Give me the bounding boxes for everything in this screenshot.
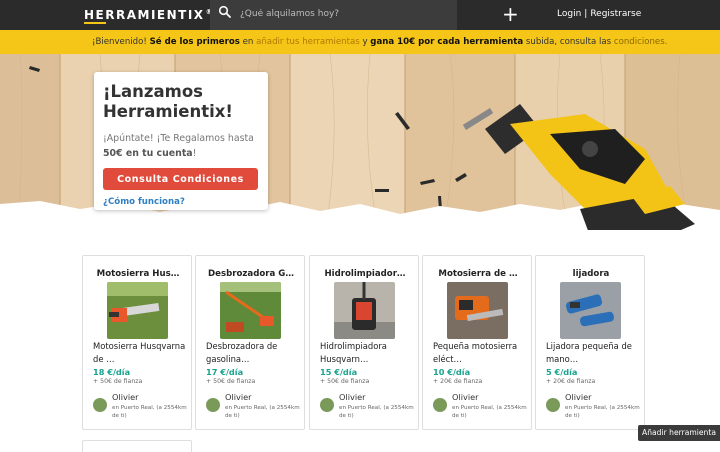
owner-name[interactable]: Olivier [339,392,366,402]
hero-card: ¡Lanzamos Herramientix! ¡Apúntate! ¡Te R… [94,72,268,210]
owner-location: en Puerto Real, (a 2554km de ti) [339,405,414,419]
owner-avatar[interactable] [546,398,560,412]
search-bar[interactable] [210,0,457,30]
listing-card[interactable]: lijadora Lijadora pequeña de mano… 5 €/d… [535,255,645,430]
listing-deposit: + 50€ de fianza [93,378,143,385]
como-funciona-link[interactable]: ¿Cómo funciona? [103,197,259,207]
auth-links: Login | Registrarse [557,9,641,19]
consulta-condiciones-button[interactable]: Consulta Condiciones [103,168,258,190]
listing-image[interactable] [334,282,395,339]
hero-subtitle: ¡Apúntate! ¡Te Regalamos hasta 50€ en tu… [103,131,259,161]
owner-location: en Puerto Real, (a 2554km de ti) [225,405,300,419]
listing-description: Lijadora pequeña de mano… [546,341,632,364]
owner-location: en Puerto Real, (a 2554km de ti) [112,405,187,419]
listing-deposit: + 20€ de fianza [546,378,596,385]
listing-price: 15 €/día [320,367,358,377]
banner-text: en [239,37,257,47]
add-tool-plus-button[interactable]: + [502,4,519,24]
listing-description: Hidrolimpiadora Husqvarn… [320,341,387,364]
banner-highlight: Sé de los primeros [149,37,240,47]
logo-text: HERRAMIENTIX [84,8,205,22]
listing-card[interactable]: Hidrolimpiador… Hidrolimpiadora Husqvarn… [309,255,419,430]
welcome-banner: ¡Bienvenido! Sé de los primeros en añadi… [0,30,720,54]
listing-deposit: + 50€ de fianza [320,378,370,385]
owner-avatar[interactable] [320,398,334,412]
banner-highlight: gana 10€ por cada herramienta [370,37,524,47]
add-tools-link[interactable]: añadir tus herramientas [256,37,360,47]
listing-title[interactable]: lijadora [540,269,642,279]
owner-avatar[interactable] [433,398,447,412]
banner-text: subida, consulta las [523,37,614,47]
listing-description: Desbrozadora de gasolina… [206,341,278,364]
listing-image[interactable] [447,282,508,339]
hero-subtitle-text: ¡Apúntate! ¡Te Regalamos hasta [103,133,254,144]
auth-separator: | [584,9,588,19]
owner-name[interactable]: Olivier [452,392,479,402]
listing-price: 18 €/día [93,367,131,377]
listing-deposit: + 50€ de fianza [206,378,256,385]
site-logo[interactable]: HERRAMIENTIX® [84,8,214,22]
top-navbar: HERRAMIENTIX® + Login|Registrarse [0,0,720,30]
listing-image[interactable] [107,282,168,339]
banner-text: y [359,37,371,47]
hero-subtitle-bold: 50€ en tu cuenta [103,148,193,159]
add-tool-button[interactable]: Añadir herramienta [638,425,720,441]
listing-price: 17 €/día [206,367,244,377]
listing-title[interactable]: Desbrozadora G… [200,269,302,279]
register-link[interactable]: Registrarse [590,9,641,19]
search-input[interactable] [240,4,450,24]
listing-card[interactable]: Desbrozadora G… Desbrozadora de gasolina… [195,255,305,430]
listing-card[interactable]: Motosierra de … Pequeña motosierra eléct… [422,255,532,430]
listing-description: Motosierra Husqvarna de … [93,341,186,364]
conditions-link[interactable]: condiciones. [614,37,668,47]
owner-name[interactable]: Olivier [112,392,139,402]
listing-card-partial[interactable] [82,440,192,452]
listing-price: 10 €/día [433,367,471,377]
hero-title: ¡Lanzamos Herramientix! [103,82,233,121]
listing-image[interactable] [560,282,621,339]
listing-title[interactable]: Hidrolimpiador… [314,269,416,279]
drill-image [462,104,695,230]
owner-name[interactable]: Olivier [565,392,592,402]
listing-price: 5 €/día [546,367,578,377]
listing-title[interactable]: Motosierra de … [427,269,529,279]
search-icon[interactable] [218,5,232,19]
login-link[interactable]: Login [557,9,581,19]
hero-section: ¡Lanzamos Herramientix! ¡Apúntate! ¡Te R… [0,54,720,230]
listing-deposit: + 20€ de fianza [433,378,483,385]
logo-underline [84,22,106,24]
banner-text: ¡Bienvenido! [92,37,150,47]
listing-description: Pequeña motosierra eléct… [433,341,518,364]
listing-card[interactable]: Motosierra Hus… Motosierra Husqvarna de … [82,255,192,430]
listing-title[interactable]: Motosierra Hus… [87,269,189,279]
owner-location: en Puerto Real, (a 2554km de ti) [452,405,527,419]
owner-avatar[interactable] [206,398,220,412]
hero-subtitle-end: ! [192,148,197,159]
listing-image[interactable] [220,282,281,339]
owner-location: en Puerto Real, (a 2554km de ti) [565,405,640,419]
owner-name[interactable]: Olivier [225,392,252,402]
owner-avatar[interactable] [93,398,107,412]
listings-grid: Motosierra Hus… Motosierra Husqvarna de … [82,255,646,430]
